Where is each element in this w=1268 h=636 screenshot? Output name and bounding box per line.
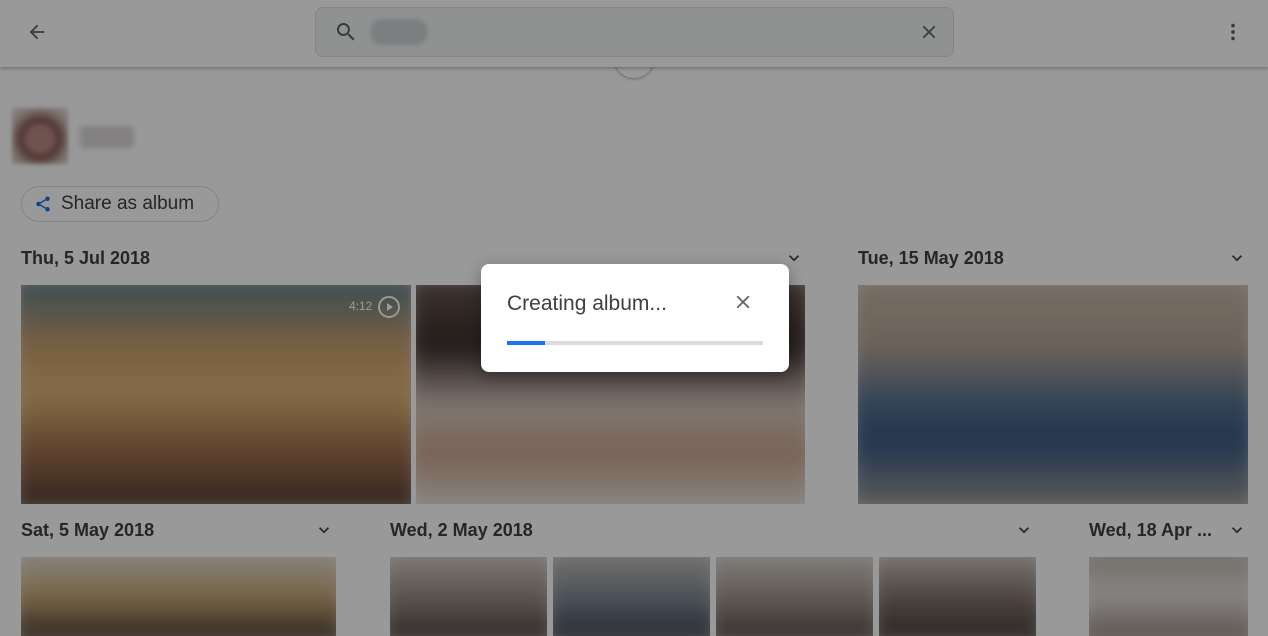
dialog-title: Creating album... <box>507 292 667 315</box>
creating-album-dialog: Creating album... <box>481 264 789 372</box>
close-icon <box>736 295 750 309</box>
progress-bar <box>507 341 763 345</box>
progress-bar-fill <box>507 341 546 345</box>
dialog-close-button[interactable] <box>731 290 755 314</box>
